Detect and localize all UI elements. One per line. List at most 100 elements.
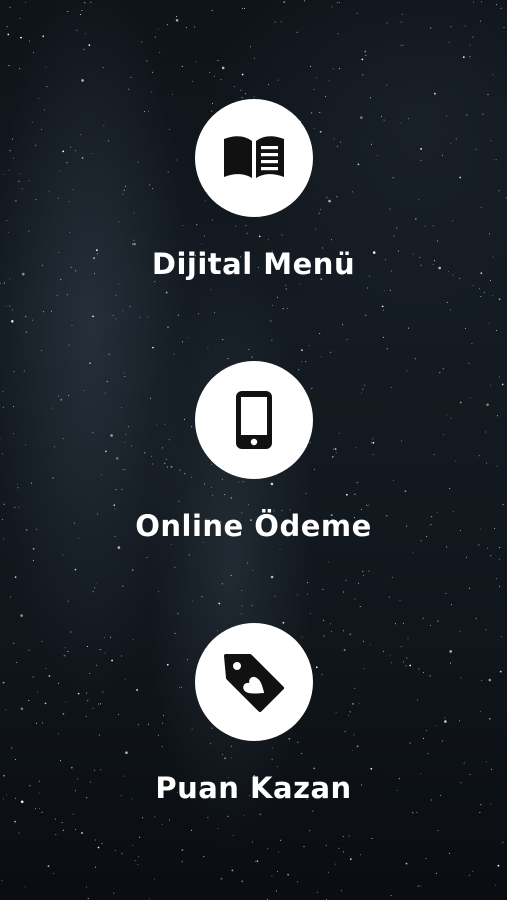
star [468,587,470,589]
star [181,861,183,863]
star [121,853,123,855]
star [94,587,96,589]
star [9,6,11,8]
star [253,57,255,59]
star [361,58,364,61]
star [222,339,224,340]
star [61,822,63,824]
star [46,86,48,87]
star [365,54,367,56]
star [446,302,448,303]
star [389,289,391,291]
star [214,312,216,314]
star [468,874,470,876]
star [85,33,86,35]
star [102,67,104,68]
star [449,852,451,854]
star [220,79,222,81]
star [67,600,69,602]
star [309,830,311,832]
star [487,93,489,95]
star [230,575,232,577]
star [95,583,97,585]
star [342,323,344,325]
star [371,838,373,839]
star [390,895,392,897]
star [209,72,211,74]
star [495,4,497,6]
star [41,811,43,813]
star [42,35,45,38]
digital-menu-label: Dijital Menü [151,247,356,281]
star [131,569,134,571]
star [271,339,273,341]
star [138,856,140,858]
star [193,26,195,28]
star [430,27,432,29]
star [62,554,64,556]
star [478,544,480,546]
star [87,898,89,900]
star [362,570,364,572]
star [256,860,259,862]
star [271,875,273,877]
star [391,576,393,578]
star [303,0,305,2]
star [130,76,132,78]
star [445,593,447,594]
star [270,320,272,322]
star [328,80,330,82]
star [108,353,110,355]
star [227,815,229,817]
star [346,339,348,341]
star [316,891,318,893]
star [359,606,361,607]
star [338,2,340,4]
star [283,1,286,3]
star [309,612,311,614]
star [81,832,83,834]
star [487,547,489,549]
star [95,866,96,868]
star [83,48,85,50]
star [386,348,388,350]
star [8,65,10,66]
star [32,548,35,550]
star [128,88,130,90]
star [472,36,474,38]
star [296,31,298,33]
star [268,84,270,85]
star [337,33,339,35]
book-open-icon [223,136,284,178]
star [286,307,288,309]
star [3,282,5,284]
star [68,344,70,346]
star [338,68,340,70]
star [12,309,13,311]
star [33,51,34,53]
earn-points-icon-circle[interactable] [194,623,313,741]
star [248,349,250,350]
earn-points-button[interactable]: Puan Kazan [0,623,507,805]
star [464,25,466,27]
star [213,75,215,77]
star [416,812,418,813]
star [80,14,81,16]
star [382,309,384,311]
earn-points-label: Puan Kazan [155,771,352,805]
star [241,605,243,607]
digital-menu-button[interactable]: Dijital Menü [0,99,507,281]
star [51,310,52,312]
star [251,604,253,606]
star [210,289,212,291]
online-payment-icon-circle[interactable] [194,361,313,479]
star [154,816,156,818]
star [148,898,150,900]
digital-menu-icon-circle[interactable] [194,99,313,217]
star [336,2,338,4]
online-payment-button[interactable]: Online Ödeme [0,361,507,543]
star [280,21,282,23]
star [243,814,245,816]
star [466,556,468,558]
star [0,282,1,284]
